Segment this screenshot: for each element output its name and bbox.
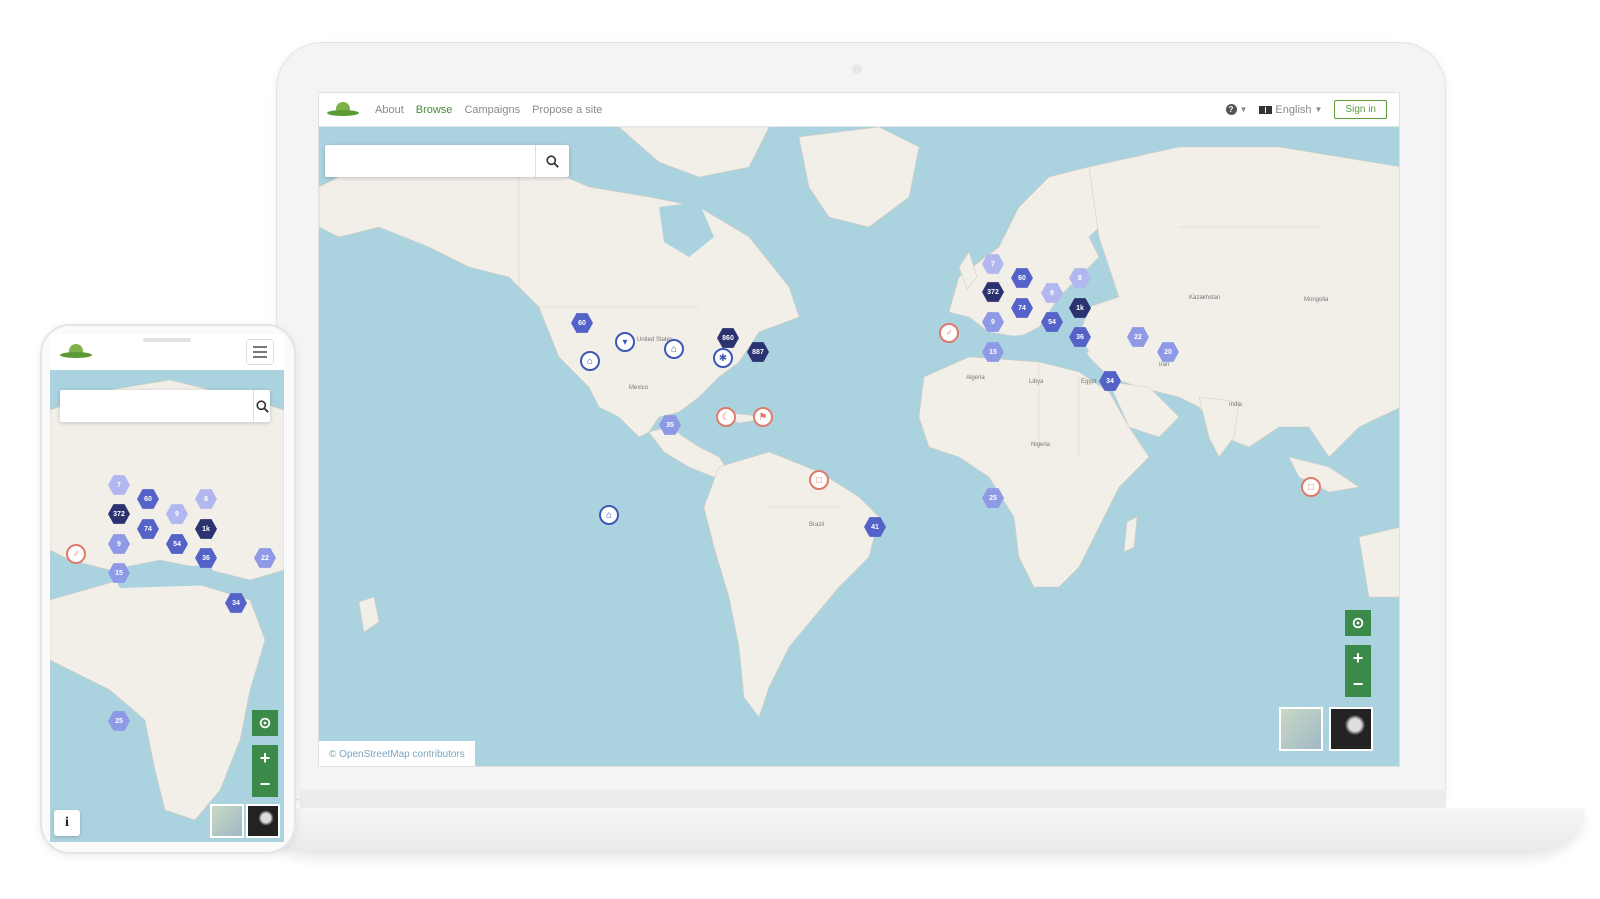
map-site-pin[interactable]: ♂ — [66, 544, 86, 564]
map-label: Nigeria — [1031, 442, 1051, 448]
laptop-screen: About Browse Campaigns Propose a site ? … — [318, 92, 1400, 767]
nav-campaigns[interactable]: Campaigns — [464, 104, 520, 116]
satellite-layer-thumbnail[interactable] — [1329, 707, 1373, 751]
crosshair-icon — [1352, 617, 1364, 629]
search-input[interactable] — [325, 145, 535, 177]
search-input[interactable] — [60, 390, 253, 422]
language-selector[interactable]: English ▼ — [1259, 104, 1322, 116]
map-label: Brazil — [809, 522, 825, 528]
phone-speaker — [143, 338, 191, 342]
map-site-pin[interactable]: ☾ — [716, 407, 736, 427]
map-site-pin[interactable]: ▾ — [615, 332, 635, 352]
zoom-in-button[interactable]: + — [1345, 645, 1371, 671]
search-button[interactable] — [535, 145, 569, 177]
map-layer-thumbnail[interactable] — [1279, 707, 1323, 751]
world-map[interactable]: United States Mexico Brazil Algeria Liby… — [319, 127, 1399, 766]
question-circle-icon: ? — [1225, 104, 1237, 115]
phone-screen: 7 60 8 372 9 74 1k 9 54 36 15 22 34 25 ♂… — [50, 334, 284, 842]
map-label: India — [1229, 402, 1243, 408]
search-button[interactable] — [253, 390, 270, 422]
map-label: Mongolia — [1304, 297, 1329, 303]
map-label: Iran — [1159, 362, 1170, 368]
map-label: Libya — [1029, 379, 1044, 385]
map-basemap — [319, 127, 1399, 766]
top-navbar: About Browse Campaigns Propose a site ? … — [319, 93, 1399, 127]
laptop-camera — [852, 64, 862, 74]
laptop-base — [255, 808, 1585, 854]
crosshair-icon — [259, 717, 271, 729]
hamburger-icon[interactable] — [246, 339, 274, 365]
chevron-down-icon: ▼ — [1239, 105, 1248, 114]
help-menu[interactable]: ? ▼ — [1225, 104, 1248, 115]
map-label: Egypt — [1081, 379, 1097, 385]
language-label: English — [1275, 103, 1312, 116]
laptop-hinge — [300, 790, 1446, 808]
phone-search-bar — [60, 390, 270, 422]
site-logo[interactable] — [327, 101, 359, 119]
map-site-pin[interactable]: □ — [809, 470, 829, 490]
map-site-pin[interactable]: □ — [1301, 477, 1321, 497]
device-mockup: About Browse Campaigns Propose a site ? … — [0, 0, 1600, 899]
chevron-down-icon: ▼ — [1314, 105, 1323, 114]
nav-about[interactable]: About — [375, 104, 404, 116]
map-site-pin[interactable]: ⌂ — [580, 351, 600, 371]
flag-icon — [1259, 105, 1273, 114]
map-layer-thumbnail[interactable] — [210, 804, 244, 838]
locate-button[interactable] — [252, 710, 278, 736]
map-search-bar — [325, 145, 569, 177]
map-label: Mexico — [629, 385, 649, 391]
map-attribution[interactable]: © OpenStreetMap contributors — [319, 741, 475, 766]
info-button[interactable]: i — [54, 810, 80, 836]
zoom-out-button[interactable]: − — [252, 771, 278, 797]
sign-in-button[interactable]: Sign in — [1334, 100, 1387, 119]
map-label: Kazakhstan — [1189, 295, 1221, 301]
phone-map[interactable]: 7 60 8 372 9 74 1k 9 54 36 15 22 34 25 ♂… — [50, 370, 284, 842]
satellite-layer-thumbnail[interactable] — [246, 804, 280, 838]
nav-browse[interactable]: Browse — [416, 104, 453, 116]
map-site-pin[interactable]: ♂ — [939, 323, 959, 343]
map-site-pin[interactable]: ⌂ — [599, 505, 619, 525]
locate-button[interactable] — [1345, 610, 1371, 636]
phone-map-basemap — [50, 370, 284, 842]
nav-propose-site[interactable]: Propose a site — [532, 104, 602, 116]
map-site-pin[interactable]: ✱ — [713, 348, 733, 368]
site-logo[interactable] — [60, 343, 92, 361]
map-site-pin[interactable]: ⌂ — [664, 339, 684, 359]
zoom-in-button[interactable]: + — [252, 745, 278, 771]
search-icon — [255, 399, 269, 413]
search-icon — [546, 154, 559, 168]
map-label: Algeria — [966, 375, 985, 381]
zoom-out-button[interactable]: − — [1345, 671, 1371, 697]
map-site-pin[interactable]: ⚑ — [753, 407, 773, 427]
